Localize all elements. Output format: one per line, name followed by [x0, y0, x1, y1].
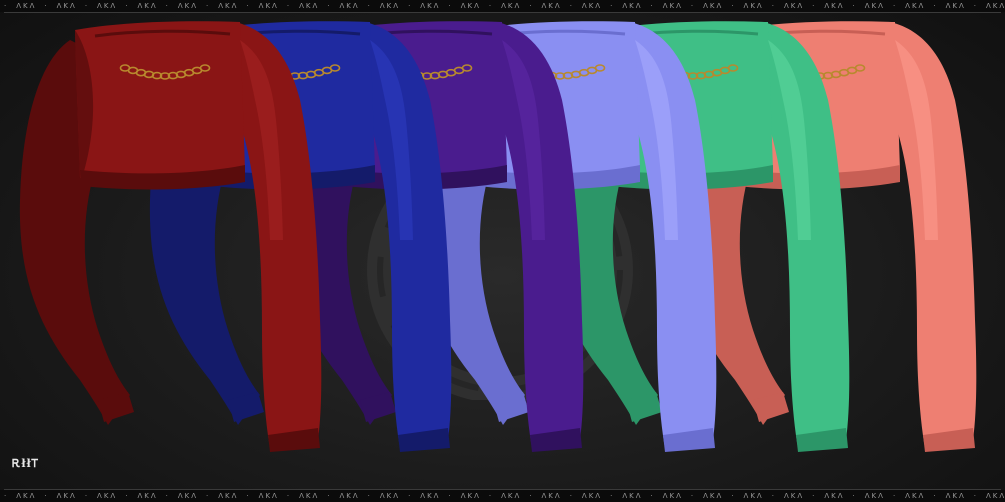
- garment-lineup: [19, 21, 977, 452]
- product-image: · ΛKΛ · ΛKΛ · ΛKΛ · ΛKΛ · ΛKΛ · ΛKΛ · ΛKΛ · ΛKΛ · ΛKΛ · ΛKΛ…: [0, 0, 1005, 502]
- cropped-body: [75, 21, 245, 180]
- brand-signature-logo: ᎡłłᎢ: [12, 457, 40, 470]
